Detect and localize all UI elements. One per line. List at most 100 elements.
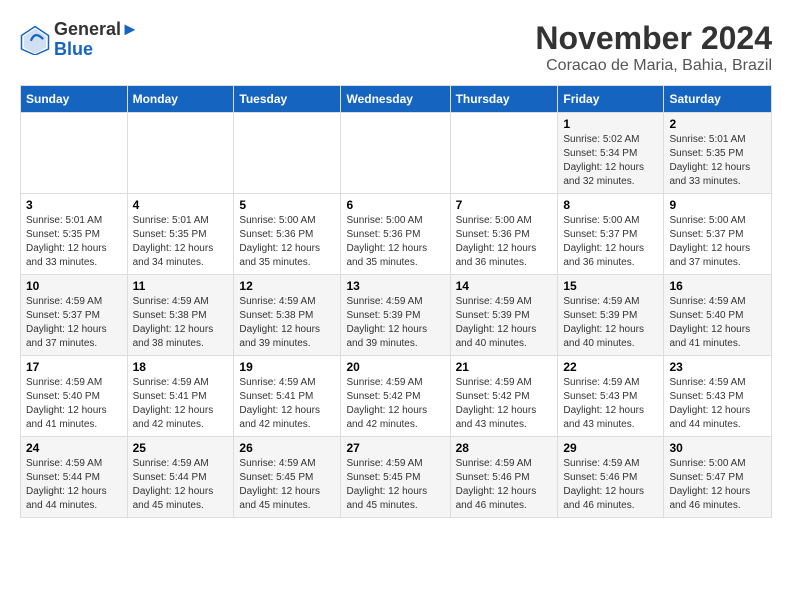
day-info: Sunrise: 5:00 AMSunset: 5:37 PMDaylight:… — [563, 214, 658, 270]
day-number: 8 — [563, 198, 658, 212]
calendar-week-row: 17 Sunrise: 4:59 AMSunset: 5:40 PMDayligh… — [21, 356, 772, 437]
calendar-cell — [450, 113, 558, 194]
day-number: 20 — [346, 360, 444, 374]
day-info: Sunrise: 4:59 AMSunset: 5:40 PMDaylight:… — [669, 295, 766, 351]
day-number: 7 — [456, 198, 553, 212]
logo: General► Blue — [20, 20, 139, 60]
header-wednesday: Wednesday — [341, 86, 450, 113]
day-number: 23 — [669, 360, 766, 374]
day-number: 27 — [346, 441, 444, 455]
day-number: 14 — [456, 279, 553, 293]
calendar-cell — [21, 113, 128, 194]
day-number: 4 — [133, 198, 229, 212]
day-number: 1 — [563, 117, 658, 131]
day-info: Sunrise: 5:02 AMSunset: 5:34 PMDaylight:… — [563, 133, 658, 189]
calendar-cell: 16 Sunrise: 4:59 AMSunset: 5:40 PMDayligh… — [664, 275, 772, 356]
day-number: 19 — [239, 360, 335, 374]
day-info: Sunrise: 4:59 AMSunset: 5:39 PMDaylight:… — [346, 295, 444, 351]
calendar-cell: 3Sunrise: 5:01 AMSunset: 5:35 PMDaylight… — [21, 194, 128, 275]
day-info: Sunrise: 4:59 AMSunset: 5:42 PMDaylight:… — [456, 376, 553, 432]
calendar-cell — [234, 113, 341, 194]
day-info: Sunrise: 5:01 AMSunset: 5:35 PMDaylight:… — [133, 214, 229, 270]
calendar-cell — [127, 113, 234, 194]
day-info: Sunrise: 4:59 AMSunset: 5:46 PMDaylight:… — [563, 457, 658, 513]
calendar-cell — [341, 113, 450, 194]
calendar-cell: 25Sunrise: 4:59 AMSunset: 5:44 PMDayligh… — [127, 437, 234, 518]
day-info: Sunrise: 4:59 AMSunset: 5:44 PMDaylight:… — [133, 457, 229, 513]
day-info: Sunrise: 5:00 AMSunset: 5:37 PMDaylight:… — [669, 214, 766, 270]
calendar-cell: 28 Sunrise: 4:59 AMSunset: 5:46 PMDayligh… — [450, 437, 558, 518]
calendar-cell: 5 Sunrise: 5:00 AMSunset: 5:36 PMDaylight… — [234, 194, 341, 275]
calendar-cell: 10Sunrise: 4:59 AMSunset: 5:37 PMDayligh… — [21, 275, 128, 356]
day-number: 18 — [133, 360, 229, 374]
calendar-cell: 26 Sunrise: 4:59 AMSunset: 5:45 PMDayligh… — [234, 437, 341, 518]
day-info: Sunrise: 5:00 AMSunset: 5:36 PMDaylight:… — [456, 214, 553, 270]
day-number: 22 — [563, 360, 658, 374]
day-info: Sunrise: 4:59 AMSunset: 5:45 PMDaylight:… — [239, 457, 335, 513]
logo-text-line2: Blue — [54, 40, 139, 60]
day-info: Sunrise: 4:59 AMSunset: 5:46 PMDaylight:… — [456, 457, 553, 513]
calendar-table: Sunday Monday Tuesday Wednesday Thursday… — [20, 85, 772, 518]
calendar-cell: 1 Sunrise: 5:02 AMSunset: 5:34 PMDaylight… — [558, 113, 664, 194]
day-number: 3 — [26, 198, 122, 212]
day-info: Sunrise: 5:00 AMSunset: 5:36 PMDaylight:… — [239, 214, 335, 270]
calendar-week-row: 1 Sunrise: 5:02 AMSunset: 5:34 PMDaylight… — [21, 113, 772, 194]
day-number: 30 — [669, 441, 766, 455]
calendar-cell: 2Sunrise: 5:01 AMSunset: 5:35 PMDaylight… — [664, 113, 772, 194]
calendar-week-row: 3 Sunrise: 5:01 AMSunset: 5:35 PMDaylight… — [21, 194, 772, 275]
weekday-header-row: Sunday Monday Tuesday Wednesday Thursday… — [21, 86, 772, 113]
day-info: Sunrise: 4:59 AMSunset: 5:41 PMDaylight:… — [133, 376, 229, 432]
calendar-cell: 12 Sunrise: 4:59 AMSunset: 5:38 PMDayligh… — [234, 275, 341, 356]
calendar-body: 1 Sunrise: 5:02 AMSunset: 5:34 PMDaylight… — [21, 113, 772, 518]
day-number: 12 — [239, 279, 335, 293]
day-number: 16 — [669, 279, 766, 293]
calendar-cell: 8 Sunrise: 5:00 AMSunset: 5:37 PMDaylight… — [558, 194, 664, 275]
day-number: 6 — [346, 198, 444, 212]
calendar-cell: 30 Sunrise: 5:00 AMSunset: 5:47 PMDayligh… — [664, 437, 772, 518]
location: Coracao de Maria, Bahia, Brazil — [535, 57, 772, 75]
day-info: Sunrise: 4:59 AMSunset: 5:42 PMDaylight:… — [346, 376, 444, 432]
day-number: 9 — [669, 198, 766, 212]
header-thursday: Thursday — [450, 86, 558, 113]
day-number: 11 — [133, 279, 229, 293]
day-info: Sunrise: 4:59 AMSunset: 5:39 PMDaylight:… — [456, 295, 553, 351]
day-number: 2 — [669, 117, 766, 131]
logo-icon — [20, 25, 50, 55]
calendar-week-row: 24 Sunrise: 4:59 AMSunset: 5:44 PMDayligh… — [21, 437, 772, 518]
header-saturday: Saturday — [664, 86, 772, 113]
calendar-cell: 11 Sunrise: 4:59 AMSunset: 5:38 PMDayligh… — [127, 275, 234, 356]
calendar-cell: 13 Sunrise: 4:59 AMSunset: 5:39 PMDayligh… — [341, 275, 450, 356]
calendar-cell: 18 Sunrise: 4:59 AMSunset: 5:41 PMDayligh… — [127, 356, 234, 437]
day-number: 24 — [26, 441, 122, 455]
day-number: 28 — [456, 441, 553, 455]
logo-text-line1: General► — [54, 20, 139, 40]
calendar-cell: 14 Sunrise: 4:59 AMSunset: 5:39 PMDayligh… — [450, 275, 558, 356]
calendar-cell: 6Sunrise: 5:00 AMSunset: 5:36 PMDaylight… — [341, 194, 450, 275]
day-info: Sunrise: 5:00 AMSunset: 5:47 PMDaylight:… — [669, 457, 766, 513]
day-info: Sunrise: 4:59 AMSunset: 5:45 PMDaylight:… — [346, 457, 444, 513]
day-info: Sunrise: 4:59 AMSunset: 5:38 PMDaylight:… — [239, 295, 335, 351]
calendar-cell: 24 Sunrise: 4:59 AMSunset: 5:44 PMDayligh… — [21, 437, 128, 518]
day-info: Sunrise: 4:59 AMSunset: 5:38 PMDaylight:… — [133, 295, 229, 351]
day-number: 26 — [239, 441, 335, 455]
calendar-cell: 4 Sunrise: 5:01 AMSunset: 5:35 PMDaylight… — [127, 194, 234, 275]
day-info: Sunrise: 4:59 AMSunset: 5:44 PMDaylight:… — [26, 457, 122, 513]
calendar-week-row: 10Sunrise: 4:59 AMSunset: 5:37 PMDayligh… — [21, 275, 772, 356]
day-info: Sunrise: 4:59 AMSunset: 5:43 PMDaylight:… — [669, 376, 766, 432]
header-monday: Monday — [127, 86, 234, 113]
header-sunday: Sunday — [21, 86, 128, 113]
day-number: 21 — [456, 360, 553, 374]
day-info: Sunrise: 4:59 AMSunset: 5:39 PMDaylight:… — [563, 295, 658, 351]
day-info: Sunrise: 4:59 AMSunset: 5:37 PMDaylight:… — [26, 295, 122, 351]
day-number: 29 — [563, 441, 658, 455]
day-info: Sunrise: 4:59 AMSunset: 5:40 PMDaylight:… — [26, 376, 122, 432]
day-number: 5 — [239, 198, 335, 212]
calendar-cell: 27 Sunrise: 4:59 AMSunset: 5:45 PMDayligh… — [341, 437, 450, 518]
day-info: Sunrise: 4:59 AMSunset: 5:43 PMDaylight:… — [563, 376, 658, 432]
calendar-cell: 29 Sunrise: 4:59 AMSunset: 5:46 PMDayligh… — [558, 437, 664, 518]
day-number: 13 — [346, 279, 444, 293]
calendar-cell: 22 Sunrise: 4:59 AMSunset: 5:43 PMDayligh… — [558, 356, 664, 437]
day-number: 17 — [26, 360, 122, 374]
calendar-header: Sunday Monday Tuesday Wednesday Thursday… — [21, 86, 772, 113]
header-friday: Friday — [558, 86, 664, 113]
